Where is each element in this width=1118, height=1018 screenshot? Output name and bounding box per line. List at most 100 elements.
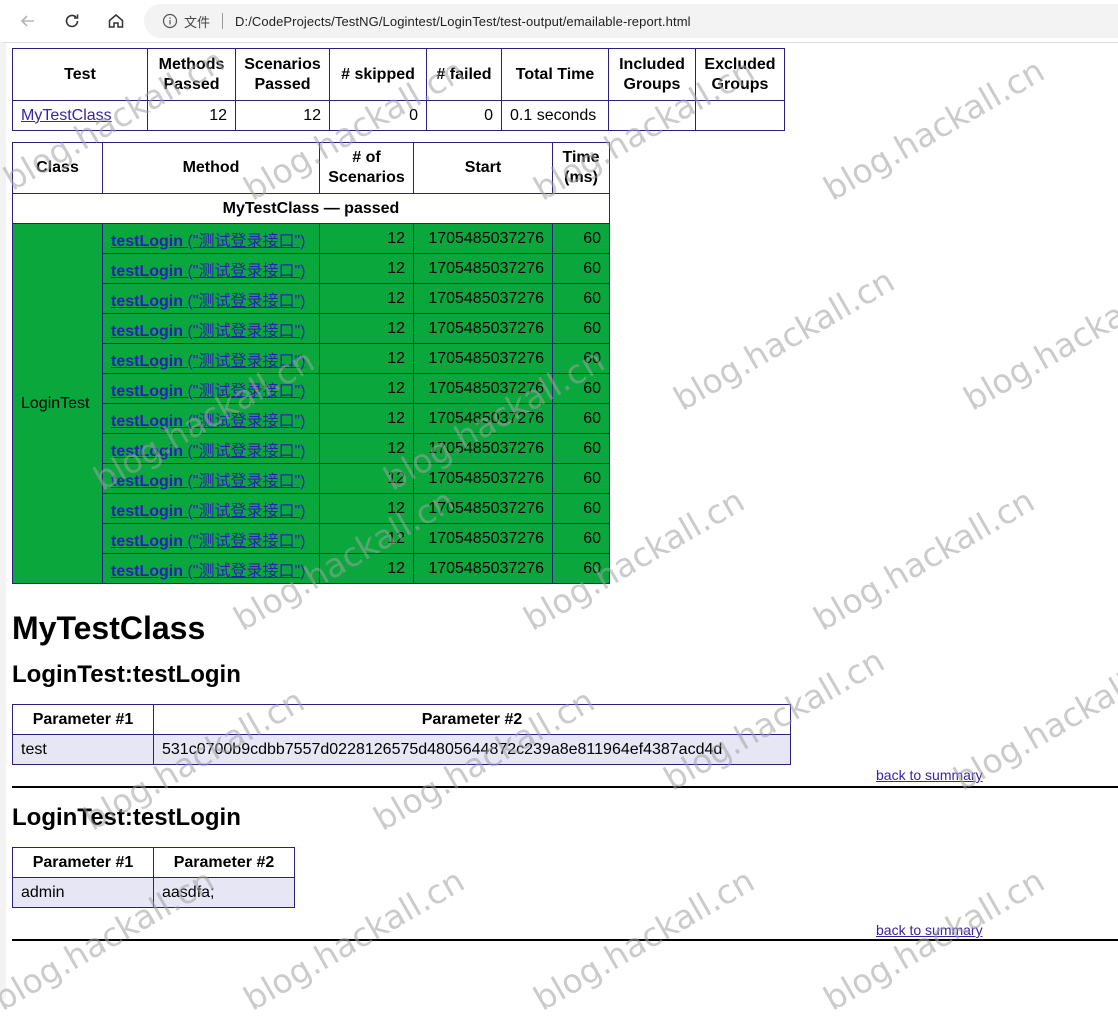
method-description: ("测试登录接口") <box>187 532 306 550</box>
back-to-summary-link[interactable]: back to summary <box>876 767 983 783</box>
method-description: ("测试登录接口") <box>187 562 306 580</box>
divider <box>12 939 1118 941</box>
failed-cell: 0 <box>426 100 502 131</box>
start-cell: 1705485037276 <box>413 403 553 434</box>
address-bar[interactable]: 文件 D:/CodeProjects/TestNG/Logintest/Logi… <box>144 4 1118 38</box>
method-name: testLogin <box>111 502 183 520</box>
skipped-cell: 0 <box>329 100 427 131</box>
scenarios-cell: 12 <box>319 373 414 404</box>
methods-passed-cell: 12 <box>147 100 236 131</box>
url-text[interactable]: D:/CodeProjects/TestNG/Logintest/LoginTe… <box>235 14 691 29</box>
method-cell: testLogin ("测试登录接口") <box>102 343 320 374</box>
method-description: ("测试登录接口") <box>187 292 306 310</box>
summary-row: MyTestClass 12 12 0 0 0.1 seconds <box>12 100 785 131</box>
header-time: Time (ms) <box>552 142 610 194</box>
reload-button[interactable] <box>58 7 86 35</box>
time-cell: 60 <box>552 373 610 404</box>
header-total-time: Total Time <box>501 48 609 101</box>
included-groups-cell <box>608 100 696 131</box>
file-scheme-label: 文件 <box>184 14 211 30</box>
param-header-1: Parameter #1 <box>12 704 154 735</box>
start-cell: 1705485037276 <box>413 463 553 494</box>
excluded-groups-cell <box>695 100 785 131</box>
method-cell: testLogin ("测试登录接口") <box>102 493 320 524</box>
param-value-2: aasdfa; <box>153 877 295 908</box>
method-link[interactable]: testLogin ("测试登录接口") <box>111 293 305 310</box>
home-button[interactable] <box>102 7 130 35</box>
method-cell: testLogin ("测试登录接口") <box>102 553 320 584</box>
start-cell: 1705485037276 <box>413 493 553 524</box>
method-row: testLogin ("测试登录接口") 12 1705485037276 60 <box>13 403 610 434</box>
back-row: back to summary <box>12 765 1118 789</box>
info-icon[interactable] <box>162 13 178 29</box>
back-row: back to summary <box>12 920 1118 944</box>
header-method: Method <box>102 142 320 194</box>
method-row: testLogin ("测试登录接口") 12 1705485037276 60 <box>13 523 610 554</box>
header-skipped: # skipped <box>329 48 427 101</box>
time-cell: 60 <box>552 463 610 494</box>
method-title: LoginTest:testLogin <box>12 661 241 688</box>
method-description: ("测试登录接口") <box>187 442 306 460</box>
parameters-table: Parameter #1 Parameter #2 admin aasdfa; <box>12 847 295 908</box>
method-link[interactable]: testLogin ("测试登录接口") <box>111 353 305 370</box>
method-link[interactable]: testLogin ("测试登录接口") <box>111 473 305 490</box>
time-cell: 60 <box>552 403 610 434</box>
method-link[interactable]: testLogin ("测试登录接口") <box>111 563 305 580</box>
report-content: Test Methods Passed Scenarios Passed # s… <box>12 48 1118 944</box>
scenarios-cell: 12 <box>319 313 414 344</box>
method-link[interactable]: testLogin ("测试登录接口") <box>111 323 305 340</box>
time-cell: 60 <box>552 433 610 464</box>
method-link[interactable]: testLogin ("测试登录接口") <box>111 263 305 280</box>
method-name: testLogin <box>111 292 183 310</box>
method-link[interactable]: testLogin ("测试登录接口") <box>111 533 305 550</box>
method-description: ("测试登录接口") <box>187 502 306 520</box>
header-excluded-groups: Excluded Groups <box>695 48 785 101</box>
scenarios-passed-cell: 12 <box>235 100 330 131</box>
time-cell: 60 <box>552 253 610 284</box>
test-link[interactable]: MyTestClass <box>21 107 112 124</box>
method-name: testLogin <box>111 532 183 550</box>
start-cell: 1705485037276 <box>413 343 553 374</box>
divider <box>12 786 1118 788</box>
param-header-2: Parameter #2 <box>153 847 295 878</box>
method-link[interactable]: testLogin ("测试登录接口") <box>111 503 305 520</box>
method-title: LoginTest:testLogin <box>12 804 241 831</box>
time-cell: 60 <box>552 223 610 254</box>
method-row: testLogin ("测试登录接口") 12 1705485037276 60 <box>13 343 610 374</box>
method-link[interactable]: testLogin ("测试登录接口") <box>111 443 305 460</box>
header-start: Start <box>413 142 553 194</box>
method-row: testLogin ("测试登录接口") 12 1705485037276 60 <box>13 373 610 404</box>
header-class: Class <box>12 142 103 194</box>
start-cell: 1705485037276 <box>413 433 553 464</box>
start-cell: 1705485037276 <box>413 283 553 314</box>
start-cell: 1705485037276 <box>413 523 553 554</box>
scenarios-cell: 12 <box>319 463 414 494</box>
time-cell: 60 <box>552 283 610 314</box>
method-description: ("测试登录接口") <box>187 472 306 490</box>
start-cell: 1705485037276 <box>413 253 553 284</box>
start-cell: 1705485037276 <box>413 373 553 404</box>
method-row: testLogin ("测试登录接口") 12 1705485037276 60 <box>13 553 610 584</box>
method-link[interactable]: testLogin ("测试登录接口") <box>111 413 305 430</box>
scenarios-cell: 12 <box>319 343 414 374</box>
method-cell: testLogin ("测试登录接口") <box>102 403 320 434</box>
param-value-1: test <box>12 734 154 765</box>
method-name: testLogin <box>111 442 183 460</box>
method-link[interactable]: testLogin ("测试登录接口") <box>111 383 305 400</box>
method-description: ("测试登录接口") <box>187 412 306 430</box>
scenarios-cell: 12 <box>319 223 414 254</box>
home-icon <box>108 14 124 28</box>
reload-icon <box>65 14 79 28</box>
total-time-cell: 0.1 seconds <box>501 100 609 131</box>
time-cell: 60 <box>552 313 610 344</box>
back-to-summary-link[interactable]: back to summary <box>876 922 983 938</box>
back-button[interactable] <box>14 7 42 35</box>
scenarios-cell: 12 <box>319 433 414 464</box>
method-row: testLogin ("测试登录接口") 12 1705485037276 60 <box>13 493 610 524</box>
method-cell: testLogin ("测试登录接口") <box>102 433 320 464</box>
method-name: testLogin <box>111 382 183 400</box>
method-link[interactable]: testLogin ("测试登录接口") <box>111 233 305 250</box>
method-row: testLogin ("测试登录接口") 12 1705485037276 60 <box>13 253 610 284</box>
method-cell: testLogin ("测试登录接口") <box>102 373 320 404</box>
method-description: ("测试登录接口") <box>187 262 306 280</box>
